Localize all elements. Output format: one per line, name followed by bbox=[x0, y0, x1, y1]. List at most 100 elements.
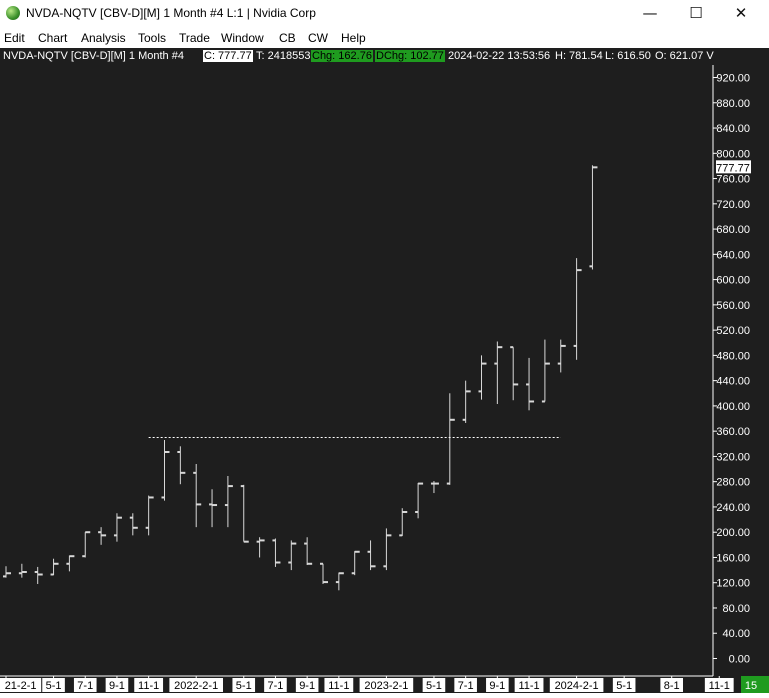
price-tick-label: 80.00 bbox=[722, 603, 750, 615]
close-button[interactable]: ✕ bbox=[718, 0, 764, 29]
time-tick-label: 11-1 bbox=[518, 680, 539, 692]
ohlc-bar bbox=[430, 481, 439, 494]
ohlc-bar bbox=[446, 393, 455, 485]
menu-window[interactable]: Window bbox=[221, 31, 264, 45]
ohlc-bar bbox=[367, 540, 376, 571]
ohlc-bar bbox=[50, 558, 59, 576]
ohlc-bar bbox=[129, 513, 138, 536]
ohlc-bar bbox=[335, 572, 344, 591]
menu-bar: Edit Chart Analysis Tools Trade Window C… bbox=[0, 29, 769, 48]
menu-tools[interactable]: Tools bbox=[138, 31, 166, 45]
info-symbol: NVDA-NQTV [CBV-D][M] 1 Month #4 bbox=[3, 50, 184, 62]
ohlc-bar bbox=[557, 339, 566, 373]
menu-help[interactable]: Help bbox=[341, 31, 366, 45]
menu-chart[interactable]: Chart bbox=[38, 31, 67, 45]
ohlc-bar bbox=[494, 341, 503, 405]
info-dchg: DChg: 102.77 bbox=[375, 50, 445, 62]
menu-analysis[interactable]: Analysis bbox=[81, 31, 126, 45]
price-tick-label: 440.00 bbox=[716, 376, 750, 388]
ohlc-bar bbox=[573, 258, 582, 360]
ohlc-bar bbox=[224, 475, 233, 528]
menu-edit[interactable]: Edit bbox=[4, 31, 25, 45]
price-tick-label: 920.00 bbox=[716, 73, 750, 85]
ohlc-bar bbox=[209, 489, 218, 528]
corner-badge[interactable]: 15 bbox=[745, 680, 757, 692]
menu-trade[interactable]: Trade bbox=[179, 31, 210, 45]
ohlc-bar bbox=[526, 357, 535, 411]
ohlc-bar bbox=[240, 484, 249, 543]
time-tick-label: 5-1 bbox=[426, 680, 442, 692]
price-tick-label: 40.00 bbox=[722, 628, 750, 640]
time-tick-label: 5-1 bbox=[236, 680, 252, 692]
price-tick-label: 640.00 bbox=[716, 249, 750, 261]
price-tick-label: 0.00 bbox=[729, 654, 750, 666]
globe-icon bbox=[6, 6, 20, 20]
price-tick-label: 320.00 bbox=[716, 451, 750, 463]
menu-cb[interactable]: CB bbox=[279, 31, 296, 45]
maximize-button[interactable]: ☐ bbox=[673, 0, 719, 29]
info-open: O: 621.07 V bbox=[655, 50, 714, 62]
ohlc-bar bbox=[113, 513, 122, 542]
ohlc-bars bbox=[3, 165, 598, 591]
ohlc-bar bbox=[383, 528, 392, 571]
price-tick-label: 800.00 bbox=[716, 148, 750, 160]
ohlc-bar bbox=[462, 380, 471, 423]
ohlc-bar bbox=[3, 566, 11, 578]
price-tick-label: 840.00 bbox=[716, 123, 750, 135]
ohlc-bar bbox=[478, 355, 487, 400]
info-ticks: T: 2418553 bbox=[256, 50, 311, 62]
time-tick-label: 7-1 bbox=[267, 680, 283, 692]
ohlc-bar bbox=[177, 446, 186, 485]
window-title: NVDA-NQTV [CBV-D][M] 1 Month #4 L:1 | Nv… bbox=[26, 6, 316, 20]
ohlc-bar bbox=[320, 562, 328, 584]
price-tick-label: 720.00 bbox=[716, 199, 750, 211]
time-tick-label: 8-1 bbox=[664, 680, 680, 692]
time-tick-label: 21-2-1 bbox=[5, 680, 37, 692]
title-bar: NVDA-NQTV [CBV-D][M] 1 Month #4 L:1 | Nv… bbox=[0, 0, 769, 29]
price-tick-label: 400.00 bbox=[716, 401, 750, 413]
last-price-label: 777.77 bbox=[716, 162, 750, 174]
menu-cw[interactable]: CW bbox=[308, 31, 328, 45]
time-tick-label: 9-1 bbox=[109, 680, 125, 692]
ohlc-bar bbox=[193, 463, 202, 528]
info-low: L: 616.50 bbox=[605, 50, 651, 62]
ohlc-bar bbox=[256, 537, 265, 558]
price-tick-label: 520.00 bbox=[716, 325, 750, 337]
chart-area[interactable]: 0.00 40.00 80.00 120.00 160.00 200.00 240.00 28… bbox=[0, 65, 769, 693]
ohlc-bar bbox=[18, 563, 27, 578]
time-tick-label: 7-1 bbox=[77, 680, 93, 692]
price-tick-label: 560.00 bbox=[716, 300, 750, 312]
ohlc-bar bbox=[351, 550, 360, 576]
ohlc-bar bbox=[288, 540, 297, 571]
info-close: C: 777.77 bbox=[203, 50, 253, 62]
price-tick-label: 360.00 bbox=[716, 426, 750, 438]
time-tick-label: 9-1 bbox=[489, 680, 505, 692]
price-tick-label: 240.00 bbox=[716, 502, 750, 514]
ohlc-bar bbox=[161, 440, 170, 501]
chart-info-bar: NVDA-NQTV [CBV-D][M] 1 Month #4 C: 777.7… bbox=[0, 48, 769, 65]
time-tick-label: 2024-2-1 bbox=[555, 680, 599, 692]
time-tick-label: 11-1 bbox=[328, 680, 349, 692]
ohlc-bar bbox=[541, 339, 550, 403]
ohlc-bar bbox=[98, 527, 107, 545]
ohlc-bar bbox=[145, 495, 154, 536]
price-tick-label: 600.00 bbox=[716, 275, 750, 287]
price-tick-label: 880.00 bbox=[716, 98, 750, 110]
time-tick-label: 2022-2-1 bbox=[174, 680, 218, 692]
time-axis: 21-2-1 5-1 7-1 9-1 11-1 2022-2-1 5-1 7-1 9-1 11-1… bbox=[0, 676, 734, 692]
time-tick-label: 5-1 bbox=[616, 680, 632, 692]
price-tick-label: 200.00 bbox=[716, 527, 750, 539]
price-tick-label: 680.00 bbox=[716, 224, 750, 236]
ohlc-bar bbox=[304, 537, 313, 566]
time-tick-label: 11-1 bbox=[709, 680, 730, 692]
price-chart[interactable]: 0.00 40.00 80.00 120.00 160.00 200.00 240.00 28… bbox=[0, 65, 769, 693]
info-high: H: 781.54 bbox=[555, 50, 603, 62]
ohlc-bar bbox=[510, 346, 519, 401]
info-datetime: 2024-02-22 13:53:56 bbox=[448, 50, 551, 62]
minimize-button[interactable]: — bbox=[627, 0, 673, 29]
price-tick-label: 120.00 bbox=[716, 578, 750, 590]
time-tick-label: 7-1 bbox=[458, 680, 474, 692]
time-tick-label: 5-1 bbox=[46, 680, 62, 692]
info-chg: Chg: 162.76 bbox=[311, 50, 373, 62]
ohlc-bar bbox=[589, 165, 598, 270]
